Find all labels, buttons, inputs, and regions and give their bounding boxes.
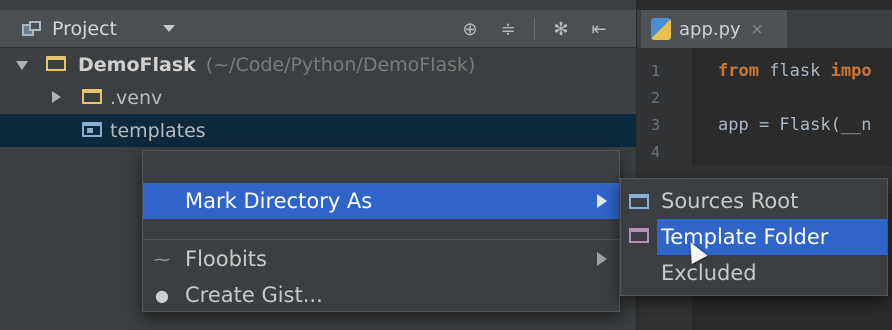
mark-directory-submenu: Sources Root Template Folder Excluded [620,178,888,296]
chevron-right-icon[interactable] [52,91,61,103]
tree-item-demoflask[interactable]: DemoFlask (~/Code/Python/DemoFlask) [0,48,636,81]
project-title: Project [52,17,118,40]
toolbar-divider [534,18,535,40]
submenu-arrow-icon [597,194,607,208]
tab-app-py[interactable]: app.py × [641,10,787,48]
line-number: 1 [651,62,661,80]
crosshair-icon[interactable]: ⊕ [458,17,482,41]
tree-item-label: DemoFlask [78,53,196,76]
submenu-item-label: Excluded [661,261,757,285]
chevron-down-icon[interactable] [163,25,176,32]
source-folder-icon [82,122,102,137]
menu-item-label: Create Gist... [185,283,323,307]
github-icon: ● [155,285,169,305]
sources-root-folder-icon [629,193,649,209]
line-number: 4 [651,143,661,161]
menu-item-floobits[interactable]: ⁓ Floobits [143,241,619,277]
folder-icon [82,89,102,104]
hide-panel-icon[interactable]: ⇤ [587,17,611,41]
python-file-icon [651,18,671,40]
submenu-arrow-icon [597,252,607,266]
submenu-item-sources-root[interactable]: Sources Root [621,183,887,219]
code-line: from flask impo [718,61,872,81]
tree-item-templates[interactable]: templates [0,114,636,147]
tree-item-path: (~/Code/Python/DemoFlask) [205,53,476,76]
project-tree: DemoFlask (~/Code/Python/DemoFlask) .venv… [0,48,636,147]
close-icon[interactable]: × [751,20,764,38]
floobits-icon: ⁓ [154,249,170,269]
tree-item-label: templates [110,119,206,142]
project-icon [22,20,42,37]
line-number: 3 [651,116,661,134]
tab-label: app.py [679,18,741,40]
tree-item-label: .venv [110,86,163,109]
menu-item-mark-directory-as[interactable]: Mark Directory As [143,183,619,219]
tree-item-venv[interactable]: .venv [0,81,636,114]
template-folder-icon [629,228,649,243]
submenu-item-excluded[interactable]: Excluded [621,255,887,291]
menu-item-create-gist[interactable]: ● Create Gist... [143,277,619,313]
project-header: Project ⊕ ≑ ✻ ⇤ [0,10,636,48]
collapse-all-icon[interactable]: ≑ [496,17,520,41]
chevron-down-icon[interactable] [16,61,28,70]
context-menu: Mark Directory As ⁓ Floobits ● Create Gi… [142,150,620,312]
line-number: 2 [651,89,661,107]
menu-item-label: Floobits [185,247,267,271]
menu-divider [143,239,619,240]
menu-item-label: Mark Directory As [185,189,373,213]
submenu-item-label: Sources Root [661,189,799,213]
code-line: app = Flask(__n [718,115,872,135]
project-view-selector[interactable]: Project [22,17,176,40]
folder-icon [46,56,66,71]
gear-icon[interactable]: ✻ [549,17,573,41]
editor-tab-bar: app.py × [636,10,892,48]
project-toolbar: ⊕ ≑ ✻ ⇤ [458,10,611,48]
